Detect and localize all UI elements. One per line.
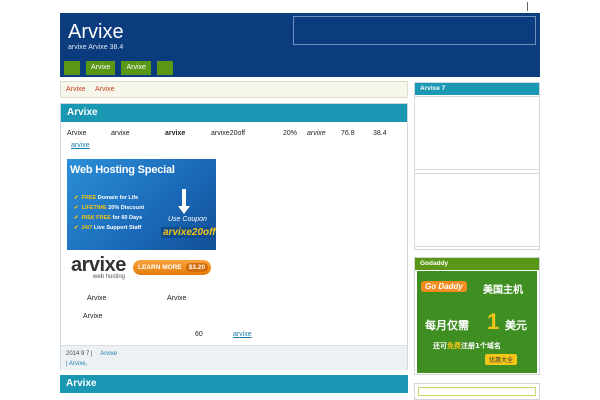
learn-more-button[interactable]: LEARN MORE $3.20: [133, 260, 211, 275]
sidebar-box-2: [414, 173, 540, 247]
post-text-arvixe: Arvixe: [67, 130, 87, 137]
godaddy-headline: 美国主机: [483, 285, 523, 296]
post2-title[interactable]: Arvixe: [60, 375, 408, 393]
breadcrumb-item-2[interactable]: Arvixe: [95, 86, 114, 93]
godaddy-line3-b: 注册1个域名: [461, 342, 501, 350]
post-text-arvixe-c: Arvixe: [83, 313, 103, 320]
post-tags-link[interactable]: | Arvixe,: [66, 361, 87, 367]
godaddy-deals-button[interactable]: 优惠大全: [485, 354, 518, 365]
widget-title-arvixe: Arvixe 7: [415, 83, 539, 95]
sidebar-bottom-field[interactable]: [418, 387, 536, 396]
banner-coupon-label: Use Coupon: [168, 216, 207, 223]
nav-item-arvixe-1[interactable]: Arvixe: [86, 61, 116, 75]
sidebar-widget-godaddy: Godaddy Go Daddy 美国主机 每月仅需 1 美元 还可免费注册1个…: [414, 257, 540, 375]
nav-item-arvixe-2[interactable]: Arvixe: [121, 61, 151, 75]
post-text-arvixe-a: Arvixe: [87, 295, 107, 302]
price-original: 76.8: [341, 130, 355, 137]
check-icon: ✔: [74, 225, 79, 231]
banner-title: Web Hosting Special: [70, 164, 175, 176]
learn-more-label: LEARN MORE: [138, 264, 182, 271]
nav-item-extra[interactable]: [156, 61, 173, 75]
post-text-arvixe-b: Arvixe: [167, 295, 187, 302]
check-icon: ✔: [74, 205, 79, 211]
post-date: 2014 9 7 |: [66, 351, 93, 357]
breadcrumb: Arvixe Arvixe: [60, 81, 408, 98]
discount-percent: 20%: [283, 130, 298, 137]
coupon-code-text: arvixe20off: [211, 130, 246, 137]
logo-subtitle: web hosting: [93, 274, 126, 280]
godaddy-price-number: 1: [487, 309, 500, 334]
site-title[interactable]: Arvixe: [68, 21, 124, 44]
price-discounted: 38.4: [373, 130, 387, 137]
site-tagline: arvixe Arvixe 38.4: [68, 44, 124, 51]
widget-title-godaddy: Godaddy: [415, 258, 539, 270]
post-title[interactable]: Arvixe: [61, 104, 407, 122]
sidebar-box-1: [414, 96, 540, 170]
banner-feature-item: ✔ RISK FREE for 60 Days: [74, 215, 143, 221]
nav-item-home[interactable]: [64, 61, 80, 75]
arvixe-link-2[interactable]: arvixe: [233, 331, 252, 338]
post-text-arvixe-lower: arvixe: [111, 130, 130, 137]
banner-feature-list: ✔ FREE Domain for Life ✔ LIFETIME 20% Disc…: [74, 193, 144, 233]
web-hosting-special-banner[interactable]: Web Hosting Special ✔ FREE Domain for Lif…: [67, 159, 216, 250]
check-icon: ✔: [74, 195, 79, 201]
banner-feature-item: ✔ 24/7 Live Support Staff: [74, 225, 142, 231]
site-header: Arvixe arvixe Arvixe 38.4 Arvixe Arvixe: [60, 13, 540, 77]
godaddy-ad-banner[interactable]: Go Daddy 美国主机 每月仅需 1 美元 还可免费注册1个域名 优惠大全: [417, 271, 537, 373]
learn-more-price: $3.20: [185, 263, 208, 272]
godaddy-logo: Go Daddy: [421, 281, 467, 292]
post-text-days: 60: [195, 331, 203, 338]
banner-feature-item: ✔ LIFETIME 20% Discount: [74, 205, 145, 211]
godaddy-line2-b: 美元: [505, 319, 527, 332]
header-ad-box: [293, 16, 536, 45]
post-text-arvixe-bold: arvixe: [165, 130, 186, 137]
banner-coupon-code: arvixe20off: [161, 227, 216, 238]
arvixe-link-1[interactable]: arvixe: [71, 142, 90, 149]
breadcrumb-item-1[interactable]: Arvixe: [66, 86, 85, 93]
main-nav: Arvixe Arvixe: [64, 61, 179, 75]
godaddy-line3-a: 还可: [433, 342, 447, 350]
post-card: Arvixe Arvixe arvixe arvixe arvixe20off …: [60, 103, 408, 370]
check-icon: ✔: [74, 215, 79, 221]
arvixe-logo[interactable]: arvixe web hosting: [71, 254, 126, 280]
post-text-arvixe-italic: arvixe: [307, 130, 326, 137]
post-category-link[interactable]: Arvixe: [100, 351, 117, 357]
sidebar-widget-bottom: [414, 383, 540, 400]
godaddy-line3-free: 免费: [447, 342, 461, 350]
godaddy-line2-a: 每月仅需: [425, 319, 469, 332]
godaddy-line3: 还可免费注册1个域名: [433, 341, 501, 351]
post-meta: 2014 9 7 | Arvixe | Arvixe,: [61, 345, 407, 370]
top-divider-mark: [527, 2, 528, 11]
arrow-head-icon: [178, 206, 190, 214]
banner-feature-item: ✔ FREE Domain for Life: [74, 195, 139, 201]
